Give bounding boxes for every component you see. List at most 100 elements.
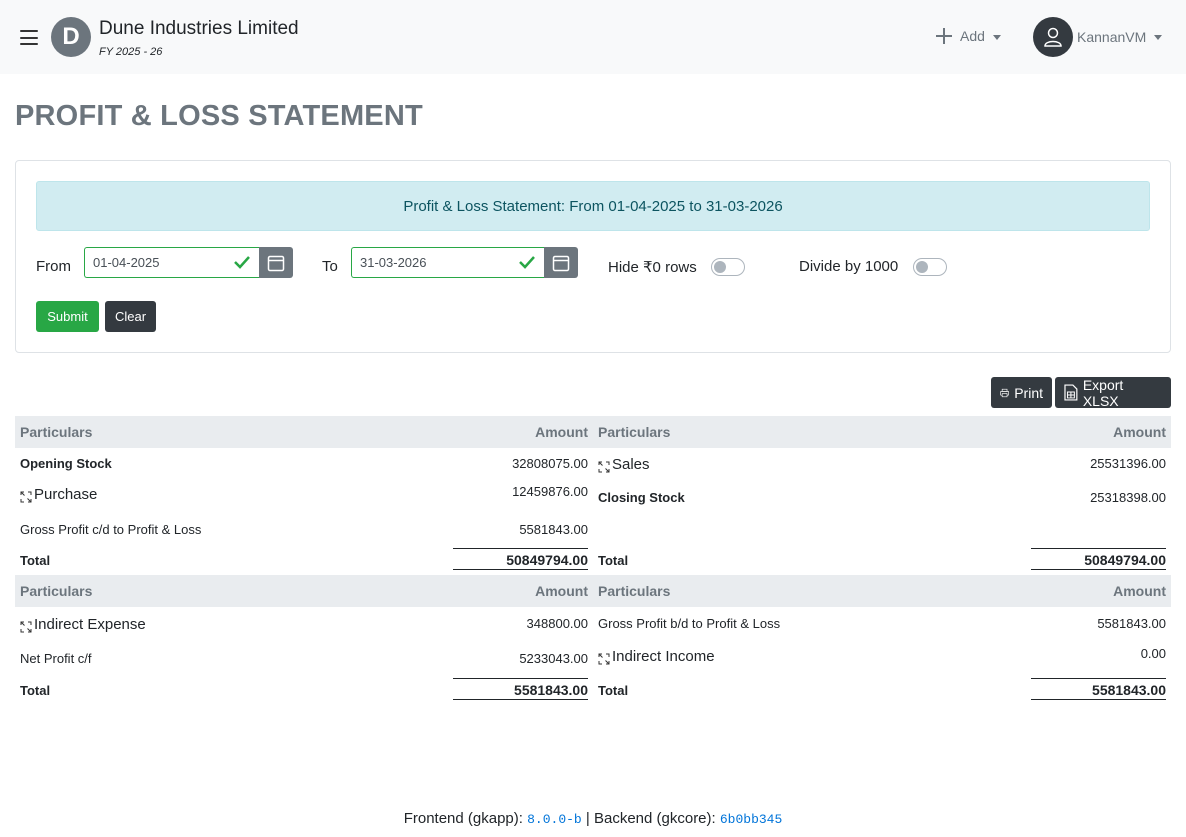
table-row: Net Profit c/f 5233043.00 Indirect Incom… xyxy=(15,642,1171,674)
org-logo: D xyxy=(51,17,91,57)
filter-card: Profit & Loss Statement: From 01-04-2025… xyxy=(15,160,1171,353)
row-name[interactable]: Indirect Income xyxy=(612,648,715,665)
trading-header-row: Particulars Amount Particulars Amount xyxy=(15,416,1171,448)
total-amount: 50849794.00 xyxy=(453,548,588,570)
print-label: Print xyxy=(1014,384,1043,401)
hide-zero-label: Hide ₹0 rows xyxy=(608,259,697,276)
row-name: Gross Profit b/d to Profit & Loss xyxy=(598,616,781,631)
submit-button[interactable]: Submit xyxy=(36,301,99,332)
row-amount: 5233043.00 xyxy=(519,651,588,666)
column-header: Amount xyxy=(304,416,593,448)
calendar-icon xyxy=(267,255,285,271)
column-header: Particulars xyxy=(15,575,304,607)
org-name: Dune Industries Limited xyxy=(99,18,299,39)
print-button[interactable]: Print xyxy=(991,377,1052,408)
empty-cell xyxy=(882,514,1171,544)
row-name: Opening Stock xyxy=(20,456,112,471)
pl-statement-table: Particulars Amount Particulars Amount Op… xyxy=(15,416,1171,705)
check-icon xyxy=(234,256,250,269)
to-date-input[interactable]: 31-03-2026 xyxy=(351,247,544,278)
row-amount: 32808075.00 xyxy=(512,456,588,471)
expand-icon[interactable] xyxy=(20,490,32,506)
row-name-cell: Purchase xyxy=(15,480,304,514)
check-icon xyxy=(519,256,535,269)
column-header: Amount xyxy=(304,575,593,607)
logo-letter: D xyxy=(62,23,80,50)
table-row: Opening Stock 32808075.00 Sales 25531396… xyxy=(15,448,1171,480)
plus-icon xyxy=(936,28,952,44)
printer-icon xyxy=(1000,388,1009,397)
export-xlsx-button[interactable]: Export XLSX xyxy=(1055,376,1171,409)
from-calendar-button[interactable] xyxy=(259,247,293,278)
user-name: KannanVM xyxy=(1077,28,1147,45)
chevron-down-icon xyxy=(1154,35,1163,40)
column-header: Particulars xyxy=(593,575,882,607)
divide-label: Divide by 1000 xyxy=(799,258,899,275)
row-amount: 25531396.00 xyxy=(1090,456,1166,471)
calendar-icon xyxy=(552,255,570,271)
total-label: Total xyxy=(20,553,51,568)
row-amount: 348800.00 xyxy=(526,616,588,631)
clear-button[interactable]: Clear xyxy=(105,301,156,332)
row-amount: 5581843.00 xyxy=(1097,616,1166,631)
frontend-label: Frontend (gkapp): xyxy=(403,810,523,827)
expand-icon[interactable] xyxy=(598,460,610,476)
from-date-group: 01-04-2025 xyxy=(84,247,293,278)
hamburger-icon[interactable] xyxy=(20,30,38,45)
page-title: PROFIT & LOSS STATEMENT xyxy=(15,100,423,132)
total-label: Total xyxy=(598,553,629,568)
expand-icon[interactable] xyxy=(598,652,610,668)
hide-zero-toggle[interactable] xyxy=(711,258,745,276)
table-row: Purchase 12459876.00 Closing Stock 25318… xyxy=(15,480,1171,514)
empty-cell xyxy=(593,514,882,544)
column-header: Amount xyxy=(882,416,1171,448)
pl-header-row: Particulars Amount Particulars Amount xyxy=(15,575,1171,607)
row-name-cell: Sales xyxy=(593,448,882,480)
fy-label: FY 2025 - 26 xyxy=(99,46,163,58)
backend-label: Backend (gkcore): xyxy=(593,810,716,827)
table-row: Gross Profit c/d to Profit & Loss 558184… xyxy=(15,514,1171,544)
row-name: Gross Profit c/d to Profit & Loss xyxy=(20,522,202,537)
row-name-cell: Indirect Income xyxy=(593,642,882,674)
row-name-cell: Indirect Expense xyxy=(15,607,304,642)
row-name: Closing Stock xyxy=(598,490,685,505)
to-calendar-button[interactable] xyxy=(544,247,578,278)
user-icon xyxy=(1033,16,1073,57)
row-name[interactable]: Sales xyxy=(612,456,650,473)
total-amount: 50849794.00 xyxy=(1031,548,1166,570)
total-label: Total xyxy=(598,683,629,698)
backend-version: 6b0bb345 xyxy=(719,812,783,827)
total-row: Total 5581843.00 Total 5581843.00 xyxy=(15,674,1171,705)
row-name[interactable]: Indirect Expense xyxy=(34,616,146,633)
row-amount: 25318398.00 xyxy=(1090,490,1166,505)
export-label: Export XLSX xyxy=(1082,376,1124,409)
user-dropdown[interactable]: KannanVM xyxy=(1033,16,1163,57)
add-label: Add xyxy=(960,28,985,44)
to-date-group: 31-03-2026 xyxy=(351,247,578,278)
to-date-value: 31-03-2026 xyxy=(360,255,427,270)
spreadsheet-icon xyxy=(1064,384,1078,401)
from-label: From xyxy=(36,258,71,275)
total-amount: 5581843.00 xyxy=(1031,678,1166,700)
table-row: Indirect Expense 348800.00 Gross Profit … xyxy=(15,607,1171,642)
version-footer: Frontend (gkapp): 8.0.0-b | Backend (gkc… xyxy=(0,810,1186,827)
top-navbar: D Dune Industries Limited FY 2025 - 26 A… xyxy=(0,0,1186,74)
total-amount: 5581843.00 xyxy=(453,678,588,700)
divide-toggle[interactable] xyxy=(913,258,947,276)
frontend-version: 8.0.0-b xyxy=(527,812,582,827)
expand-icon[interactable] xyxy=(20,620,32,636)
column-header: Particulars xyxy=(15,416,304,448)
footer-separator: | xyxy=(585,810,590,827)
row-name[interactable]: Purchase xyxy=(34,486,97,503)
row-amount: 12459876.00 xyxy=(512,484,588,499)
row-amount: 0.00 xyxy=(1140,646,1166,661)
chevron-down-icon xyxy=(992,34,1001,40)
row-name: Net Profit c/f xyxy=(20,651,92,666)
row-amount: 5581843.00 xyxy=(519,522,588,537)
total-row: Total 50849794.00 Total 50849794.00 xyxy=(15,544,1171,575)
from-date-input[interactable]: 01-04-2025 xyxy=(84,247,259,278)
from-date-value: 01-04-2025 xyxy=(93,255,160,270)
to-label: To xyxy=(322,258,338,275)
column-header: Amount xyxy=(882,575,1171,607)
add-dropdown[interactable]: Add xyxy=(934,24,1001,48)
